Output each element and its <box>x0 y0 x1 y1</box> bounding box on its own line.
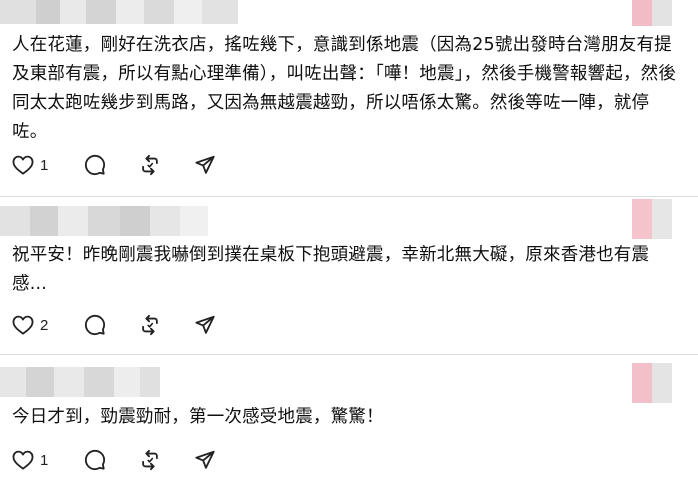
repost-icon <box>142 154 158 176</box>
speech-bubble-icon <box>84 449 106 471</box>
username-blurred <box>0 0 238 24</box>
comment-text: 祝平安！昨晚剛震我嚇倒到撲在桌板下抱頭避震，幸新北無大礙，原來香港也有震感... <box>12 245 650 294</box>
reply-button[interactable] <box>84 314 139 336</box>
divider <box>0 354 698 355</box>
comment-actions: 1 <box>12 447 234 473</box>
like-count: 1 <box>40 451 49 469</box>
reply-button[interactable] <box>84 154 139 176</box>
heart-icon <box>12 315 34 335</box>
like-button[interactable]: 2 <box>12 315 84 335</box>
username-blurred <box>0 367 160 397</box>
share-button[interactable] <box>194 449 234 471</box>
username-blurred <box>0 206 208 236</box>
comment-text: 今日才到，勁震勁耐，第一次感受地震，驚驚！ <box>12 407 384 427</box>
repost-button[interactable] <box>139 449 194 471</box>
avatar-blurred[interactable] <box>612 0 698 26</box>
comment-actions: 2 <box>12 312 234 338</box>
share-button[interactable] <box>194 314 234 336</box>
avatar-blurred[interactable] <box>612 363 698 403</box>
comment-actions: 1 <box>12 152 234 178</box>
speech-bubble-icon <box>84 314 106 336</box>
paper-plane-icon <box>195 315 215 334</box>
avatar-blurred[interactable] <box>612 199 698 239</box>
repost-button[interactable] <box>139 314 194 336</box>
like-button[interactable]: 1 <box>12 450 84 470</box>
repost-icon <box>142 449 158 471</box>
heart-icon <box>12 450 34 470</box>
reply-button[interactable] <box>84 449 139 471</box>
paper-plane-icon <box>195 155 215 174</box>
repost-button[interactable] <box>139 154 194 176</box>
share-button[interactable] <box>194 154 234 176</box>
like-button[interactable]: 1 <box>12 155 84 175</box>
speech-bubble-icon <box>84 154 106 176</box>
comment-text: 人在花蓮，剛好在洗衣店，搖咗幾下，意識到係地震（因為25號出發時台灣朋友有提及東… <box>12 35 677 142</box>
like-count: 1 <box>40 156 49 174</box>
repost-icon <box>142 314 158 336</box>
divider <box>0 196 698 197</box>
heart-icon <box>12 155 34 175</box>
paper-plane-icon <box>195 450 215 469</box>
like-count: 2 <box>40 316 49 334</box>
